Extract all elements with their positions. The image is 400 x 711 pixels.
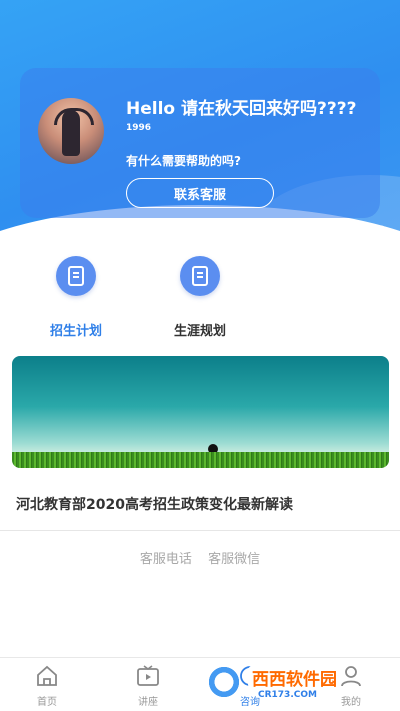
tab-label: 首页	[37, 697, 57, 708]
quick-action-career-plan[interactable]: 生涯规划	[160, 256, 240, 339]
book-icon	[56, 256, 96, 296]
hero-header: Hello 请在秋天回来好吗???? 1996 有什么需要帮助的吗? 联系客服	[0, 0, 400, 250]
tab-label: 讲座	[138, 697, 158, 708]
video-icon	[113, 662, 183, 690]
help-prompt: 有什么需要帮助的吗?	[126, 154, 241, 168]
home-icon	[12, 662, 82, 690]
news-headline[interactable]: 河北教育部2020高考招生政策变化最新解读	[16, 494, 293, 514]
user-id: 1996	[126, 123, 152, 133]
promo-banner[interactable]	[12, 356, 389, 468]
tab-lecture[interactable]: 讲座	[113, 662, 183, 708]
site-watermark: 西西软件园 CR173.COM	[202, 660, 382, 704]
book-icon	[180, 256, 220, 296]
quick-action-admission-plan[interactable]: 招生计划	[36, 256, 116, 339]
greeting-text: Hello 请在秋天回来好吗????	[126, 99, 357, 119]
tab-home[interactable]: 首页	[12, 662, 82, 708]
banner-grass	[12, 452, 389, 468]
quick-action-label: 生涯规划	[173, 324, 226, 339]
avatar-silhouette	[54, 108, 94, 156]
contact-service-button[interactable]: 联系客服	[126, 178, 274, 208]
watermark-text: 西西软件园 CR173.COM	[248, 664, 341, 700]
watermark-sub-text: CR173.COM	[258, 689, 317, 700]
watermark-logo-icon	[202, 660, 246, 704]
divider	[0, 530, 400, 531]
service-phone-link[interactable]: 客服电话	[140, 552, 192, 567]
avatar[interactable]	[38, 98, 104, 164]
service-wechat-link[interactable]: 客服微信	[208, 552, 260, 567]
watermark-main-text: 西西软件园	[248, 664, 341, 690]
service-links: 客服电话 客服微信	[0, 548, 400, 567]
quick-action-label: 招生计划	[49, 324, 102, 339]
profile-card: Hello 请在秋天回来好吗???? 1996 有什么需要帮助的吗? 联系客服	[20, 68, 380, 218]
